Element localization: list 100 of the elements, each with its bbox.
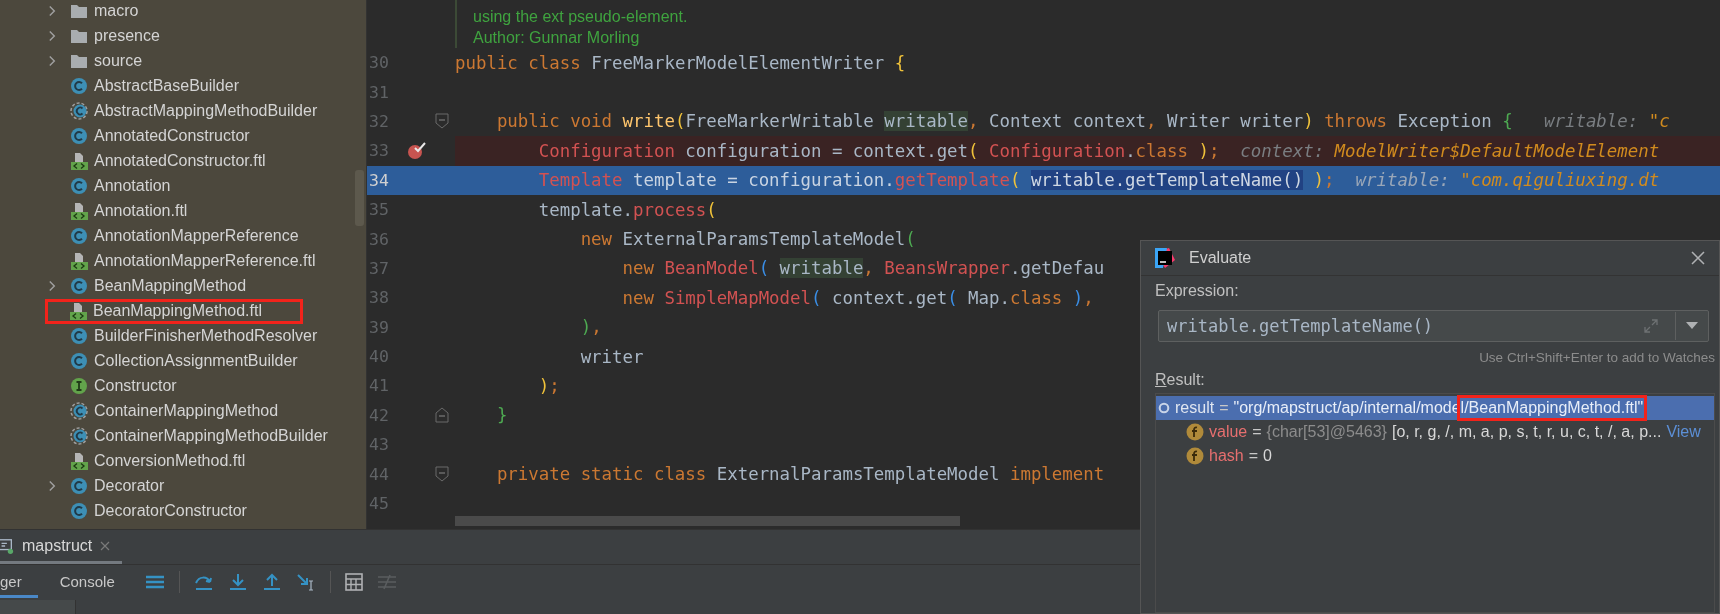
folder-icon: [70, 52, 88, 69]
dropdown-icon[interactable]: [1686, 322, 1698, 330]
equals-sign: =: [1252, 423, 1262, 441]
class-icon: [70, 176, 88, 195]
line-number: 38: [368, 288, 390, 308]
trace-icon[interactable]: [376, 574, 397, 591]
step-out-icon[interactable]: [261, 573, 282, 592]
tree-item[interactable]: AnnotationMapperReference.ftl: [94, 252, 316, 270]
class-icon: [70, 477, 88, 496]
code-line: private static class ExternalParamsTemplateModel implement: [495, 464, 1105, 485]
object-icon: [1158, 402, 1170, 414]
panel-tab[interactable]: ger: [0, 566, 38, 598]
close-icon[interactable]: [100, 540, 111, 551]
template-file-icon: [70, 252, 88, 270]
fold-icon[interactable]: [435, 407, 449, 424]
tree-item[interactable]: AnnotationMapperReference: [94, 226, 299, 245]
tree-item[interactable]: ContainerMappingMethodBuilder: [94, 427, 328, 446]
code-line: );: [537, 376, 560, 396]
chevron-right-icon[interactable]: [48, 29, 57, 42]
template-file-icon: [70, 201, 88, 220]
line-number: 41: [368, 376, 390, 396]
chevron-right-icon[interactable]: [48, 480, 57, 493]
abstract-class-icon: [70, 427, 88, 446]
line-number: 33: [368, 141, 390, 161]
tree-item[interactable]: AnnotatedConstructor.ftl: [94, 151, 266, 170]
line-number: 37: [368, 258, 390, 278]
fold-icon[interactable]: [435, 466, 449, 483]
variable-name: result: [1175, 399, 1215, 417]
tree-item[interactable]: presence: [94, 26, 160, 45]
line-number: 40: [368, 347, 390, 367]
line-number: 36: [368, 229, 390, 249]
template-file-icon: [70, 151, 88, 170]
equals-sign: =: [1219, 399, 1229, 417]
expand-icon[interactable]: [1643, 318, 1659, 334]
tree-item[interactable]: BuilderFinisherMethodResolver: [94, 327, 318, 346]
session-tab[interactable]: mapstruct: [0, 530, 123, 565]
view-link[interactable]: View: [1666, 423, 1701, 441]
calculator-icon[interactable]: [344, 573, 363, 592]
code-line: Template template = configuration.getTemplate( writable.getTemplateName() ); writable: "com.qiguliuxing.dt: [537, 170, 1660, 191]
class-icon: [70, 277, 88, 296]
expression-label: Expression:: [1155, 282, 1240, 301]
code-line: Configuration configuration = context.get( Configuration.class ); context: ModelWriter$DefaultModelElement: [537, 140, 1660, 161]
breakpoint-icon[interactable]: [407, 141, 427, 160]
field-icon: [1186, 423, 1204, 441]
chevron-right-icon[interactable]: [48, 4, 57, 17]
tree-item[interactable]: ConversionMethod.ftl: [94, 452, 246, 471]
line-number: 43: [368, 435, 390, 455]
result-label: Result:: [1155, 371, 1206, 390]
variable-name: hash: [1209, 447, 1244, 465]
variable-name: value: [1209, 423, 1248, 441]
run-to-cursor-icon[interactable]: [295, 573, 316, 592]
code-line: new SimpleMapModel( context.get( Map.class ),: [621, 287, 1094, 308]
result-row[interactable]: hash = 0: [1156, 444, 1714, 468]
tree-item[interactable]: BeanMappingMethod: [94, 277, 247, 296]
code-line: new ExternalParamsTemplateModel(: [579, 229, 916, 250]
code-line: writer: [579, 346, 644, 367]
tree-item[interactable]: Decorator: [94, 477, 165, 496]
tree-item[interactable]: AbstractBaseBuilder: [94, 76, 239, 95]
tree-item[interactable]: ContainerMappingMethod: [94, 402, 279, 421]
menu-icon[interactable]: [144, 574, 165, 591]
tree-item[interactable]: AnnotatedConstructor: [94, 126, 250, 145]
code-line: new BeanModel( writable, BeansWrapper.getDefau: [621, 258, 1105, 279]
tree-item[interactable]: BeanMappingMethod.ftl: [93, 302, 262, 321]
tree-item[interactable]: Annotation: [94, 176, 171, 195]
chevron-right-icon[interactable]: [48, 280, 57, 293]
class-icon: [70, 352, 88, 371]
field-icon: [1186, 447, 1204, 465]
tree-item[interactable]: source: [94, 51, 143, 70]
hint-text: Use Ctrl+Shift+Enter to add to Watches: [1479, 350, 1715, 365]
class-icon: [70, 502, 88, 521]
line-number: 39: [368, 317, 390, 337]
tree-item[interactable]: CollectionAssignmentBuilder: [94, 352, 298, 371]
chevron-right-icon[interactable]: [48, 54, 57, 67]
line-number: 35: [368, 200, 390, 220]
line-number: 42: [368, 405, 390, 425]
line-number: 31: [368, 82, 390, 102]
variable-value: 0: [1263, 447, 1272, 465]
line-number: 45: [368, 494, 390, 514]
tree-item[interactable]: macro: [94, 1, 139, 20]
variable-value: [o, r, g, /, m, a, p, s, t, r, u, c, t, /, a, p...: [1391, 423, 1662, 441]
scrollbar-thumb[interactable]: [455, 516, 960, 526]
tree-item[interactable]: Constructor: [94, 377, 177, 396]
expression-field[interactable]: writable.getTemplateName(): [1158, 310, 1709, 342]
class-icon: [70, 76, 88, 95]
line-number: 30: [368, 53, 390, 73]
fold-icon[interactable]: [435, 113, 449, 130]
panel-tab[interactable]: Console: [59, 566, 131, 598]
tree-item[interactable]: AbstractMappingMethodBuilder: [94, 101, 318, 120]
interface-icon: [70, 377, 88, 396]
close-icon[interactable]: [1691, 251, 1705, 265]
step-into-icon[interactable]: [227, 573, 248, 592]
code-line: public class FreeMarkerModelElementWriter {: [455, 52, 906, 73]
result-row[interactable]: value = {char[53]@5463} [o, r, g, /, m, a, p, s, t, r, u, c, t, /, a, p... View: [1156, 420, 1714, 444]
tree-item[interactable]: DecoratorConstructor: [94, 502, 247, 521]
debug-session-icon: [0, 537, 14, 554]
tree-item[interactable]: Annotation.ftl: [94, 201, 188, 220]
folder-icon: [70, 2, 88, 19]
abstract-class-icon: [70, 402, 88, 421]
abstract-class-icon: [70, 101, 88, 120]
doc-comment-text: Author: Gunnar Morling: [473, 28, 641, 48]
